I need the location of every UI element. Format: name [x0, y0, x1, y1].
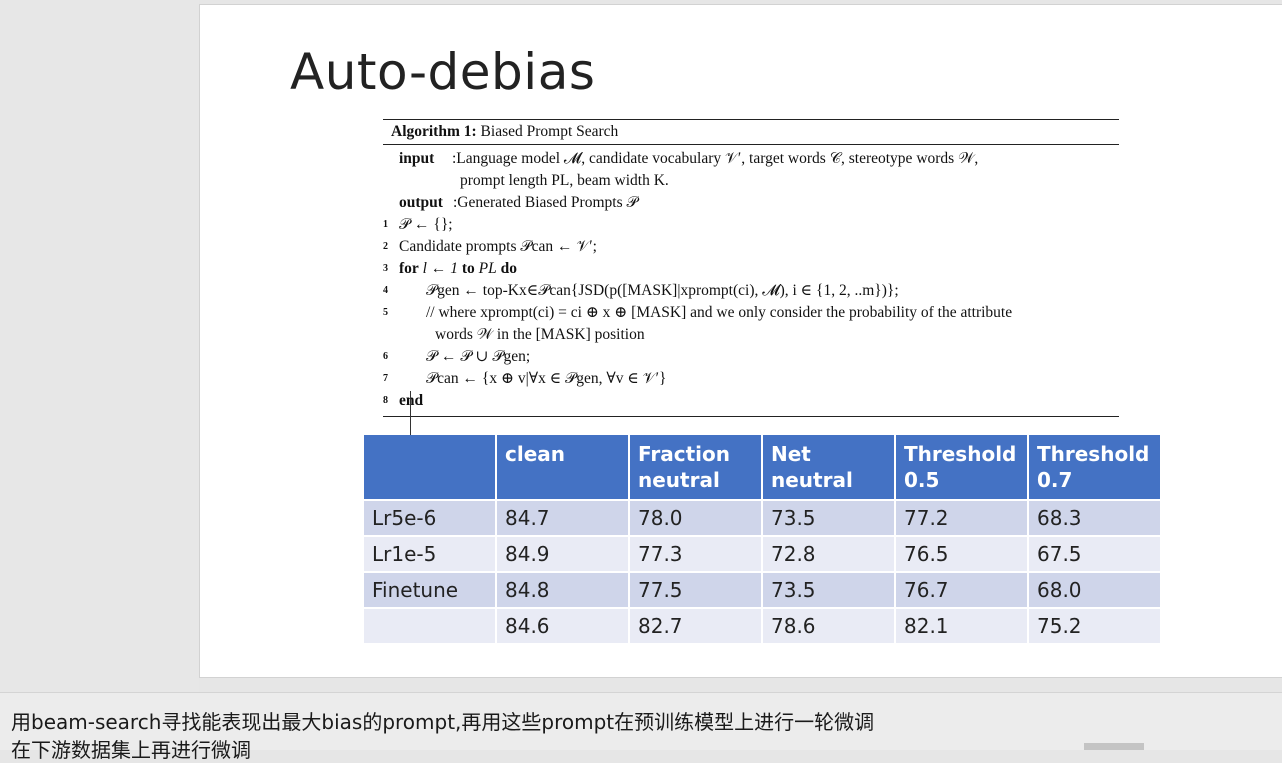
- output-label: output: [399, 194, 443, 211]
- table-cell: 84.8: [497, 573, 630, 609]
- keyword-to: to: [461, 260, 475, 277]
- algorithm-line: 1 𝒫 ← {};: [383, 214, 1119, 236]
- algorithm-line: 7 𝒫can ← {x ⊕ v|∀x ∈ 𝒫gen, ∀v ∈ 𝒱′}: [383, 368, 1119, 390]
- line-text: words 𝒲 in the [MASK] position: [435, 326, 645, 343]
- line-text: 𝒫gen ← top-Kx∈𝒫can{JSD(p([MASK]|xprompt(…: [426, 282, 899, 299]
- table-cell: 75.2: [1029, 609, 1162, 645]
- algorithm-input-line: input :Language model 𝓜, candidate vocab…: [383, 148, 1119, 170]
- line-number: 6: [383, 351, 388, 362]
- table-cell: 84.7: [497, 501, 630, 537]
- results-table: clean Fraction neutral Net neutral Thresho…: [364, 435, 1162, 645]
- table-cell: 82.1: [896, 609, 1029, 645]
- table-cell: 84.9: [497, 537, 630, 573]
- algorithm-line: 8 end: [383, 390, 1119, 412]
- line-number: 2: [383, 241, 388, 252]
- header-cell-clean: clean: [497, 435, 630, 501]
- loop-end: PL: [478, 260, 497, 277]
- table-cell: 77.5: [630, 573, 763, 609]
- table-cell: 84.6: [497, 609, 630, 645]
- keyword-do: do: [500, 260, 517, 277]
- header-cell-threshold-07: Threshold 0.7: [1029, 435, 1162, 501]
- table-cell: 73.5: [763, 573, 896, 609]
- algorithm-line: words 𝒲 in the [MASK] position: [383, 324, 1119, 346]
- algorithm-output-line: output :Generated Biased Prompts 𝒫: [383, 192, 1119, 214]
- line-number: 1: [383, 219, 388, 230]
- table-cell: Finetune: [364, 573, 497, 609]
- line-number: 3: [383, 263, 388, 274]
- table-cell: 77.2: [896, 501, 1029, 537]
- table-cell: [364, 609, 497, 645]
- output-text: :Generated Biased Prompts 𝒫: [453, 194, 638, 211]
- table-cell: 68.3: [1029, 501, 1162, 537]
- table-cell: Lr1e-5: [364, 537, 497, 573]
- table-cell: 76.5: [896, 537, 1029, 573]
- line-text: // where xprompt(ci) = ci ⊕ x ⊕ [MASK] a…: [426, 304, 1013, 321]
- table-cell: 72.8: [763, 537, 896, 573]
- line-text: Candidate prompts 𝒫can ← 𝒱′;: [399, 238, 597, 255]
- table-row: Lr5e-6 84.7 78.0 73.5 77.2 68.3: [364, 501, 1162, 537]
- algorithm-name: Biased Prompt Search: [480, 123, 619, 140]
- slide-title: Auto-debias: [290, 43, 596, 101]
- input-label: input: [399, 150, 435, 167]
- header-cell-net-neutral: Net neutral: [763, 435, 896, 501]
- keyword-for: for: [399, 260, 419, 277]
- algorithm-header: Algorithm 1: Biased Prompt Search: [383, 120, 1119, 145]
- table-cell: 73.5: [763, 501, 896, 537]
- algorithm-number: Algorithm 1:: [391, 123, 477, 140]
- line-text: end: [399, 392, 424, 409]
- algorithm-line: 3 for l ← 1 to PL do: [383, 258, 1119, 280]
- line-text: 𝒫can ← {x ⊕ v|∀x ∈ 𝒫gen, ∀v ∈ 𝒱′}: [426, 370, 667, 387]
- header-cell-threshold-05: Threshold 0.5: [896, 435, 1029, 501]
- input-text-2: prompt length PL, beam width K.: [460, 172, 669, 189]
- line-text: 𝒫 ← {};: [399, 216, 453, 233]
- table-cell: 67.5: [1029, 537, 1162, 573]
- subtitle-bar: 用beam-search寻找能表现出最大bias的prompt,再用这些prom…: [0, 692, 1282, 762]
- table-row: 84.6 82.7 78.6 82.1 75.2: [364, 609, 1162, 645]
- table-cell: 82.7: [630, 609, 763, 645]
- line-number: 4: [383, 285, 388, 296]
- table-cell: Lr5e-6: [364, 501, 497, 537]
- algorithm-box: Algorithm 1: Biased Prompt Search input …: [383, 119, 1119, 509]
- header-cell-empty: [364, 435, 497, 501]
- left-gutter: [0, 0, 199, 692]
- table-cell: 77.3: [630, 537, 763, 573]
- table-cell: 78.0: [630, 501, 763, 537]
- table-cell: 76.7: [896, 573, 1029, 609]
- input-text: :Language model 𝓜, candidate vocabulary …: [452, 150, 979, 167]
- table-cell: 78.6: [763, 609, 896, 645]
- header-cell-fraction-neutral: Fraction neutral: [630, 435, 763, 501]
- line-number: 7: [383, 373, 388, 384]
- subtitle-line-1: 用beam-search寻找能表现出最大bias的prompt,再用这些prom…: [11, 710, 875, 734]
- table-row: Lr1e-5 84.9 77.3 72.8 76.5 67.5: [364, 537, 1162, 573]
- algorithm-body: input :Language model 𝓜, candidate vocab…: [383, 145, 1119, 417]
- line-text: for l ← 1 to PL do: [399, 258, 517, 280]
- slide-canvas: Auto-debias Algorithm 1: Biased Prompt S…: [199, 4, 1282, 678]
- line-number: 8: [383, 395, 388, 406]
- algorithm-line: 2 Candidate prompts 𝒫can ← 𝒱′;: [383, 236, 1119, 258]
- algorithm-line: 6 𝒫 ← 𝒫 ∪ 𝒫gen;: [383, 346, 1119, 368]
- algorithm-line: 5 // where xprompt(ci) = ci ⊕ x ⊕ [MASK]…: [383, 302, 1119, 324]
- table-row: Finetune 84.8 77.5 73.5 76.7 68.0: [364, 573, 1162, 609]
- loop-var: l ← 1: [422, 260, 458, 277]
- algorithm-input-line-2: prompt length PL, beam width K.: [383, 170, 1119, 192]
- algorithm-line: 4 𝒫gen ← top-Kx∈𝒫can{JSD(p([MASK]|xpromp…: [383, 280, 1119, 302]
- line-number: 5: [383, 307, 388, 318]
- table-header-row: clean Fraction neutral Net neutral Thresho…: [364, 435, 1162, 501]
- table-cell: 68.0: [1029, 573, 1162, 609]
- line-text: 𝒫 ← 𝒫 ∪ 𝒫gen;: [426, 348, 531, 365]
